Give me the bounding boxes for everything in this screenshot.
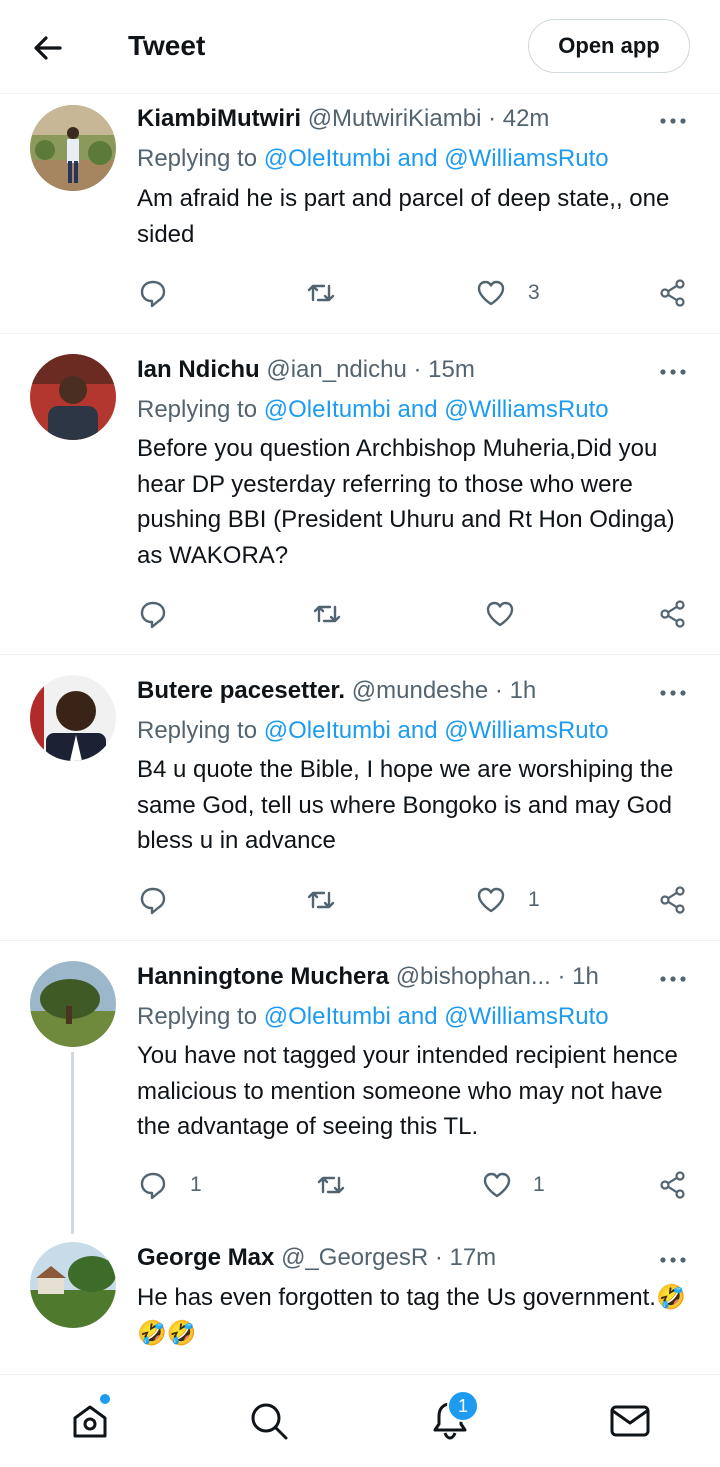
handle[interactable]: @_GeorgesR (281, 1244, 428, 1271)
display-name[interactable]: Hanningtone Muchera (137, 963, 389, 990)
like-count: 3 (528, 281, 540, 304)
mention-link[interactable]: @OleItumbi (264, 717, 391, 744)
avatar[interactable] (30, 105, 116, 191)
tweet-header: Ian Ndichu @ian_ndichu · 15m (137, 356, 475, 384)
handle[interactable]: @MutwiriKiambi (308, 105, 482, 132)
more-horizontal-icon[interactable] (658, 683, 688, 703)
mail-icon[interactable] (608, 1399, 652, 1443)
tweet-header: Butere pacesetter. @mundeshe · 1h (137, 677, 536, 705)
avatar[interactable] (30, 675, 116, 761)
avatar[interactable] (30, 354, 116, 440)
tweet-header: KiambiMutwiri @MutwiriKiambi · 42m (137, 105, 549, 133)
thread-connector (71, 1052, 74, 1234)
mention-link[interactable]: @WilliamsRuto (444, 1003, 608, 1030)
more-horizontal-icon[interactable] (658, 969, 688, 989)
share-icon[interactable] (658, 278, 688, 308)
tweet-header: Hanningtone Muchera @bishophan... · 1h (137, 963, 599, 991)
tweet[interactable]: Hanningtone Muchera @bishophan... · 1h R… (0, 941, 720, 1231)
notifications-badge: 1 (447, 1390, 479, 1422)
heart-icon[interactable] (476, 278, 506, 308)
like-count: 1 (528, 888, 540, 911)
share-icon[interactable] (658, 1170, 688, 1200)
retweet-icon[interactable] (306, 278, 336, 308)
timestamp[interactable]: · 15m (413, 356, 474, 383)
open-app-button[interactable]: Open app (528, 19, 690, 73)
heart-icon[interactable] (476, 885, 506, 915)
tweet-text: Before you question Archbishop Muheria,D… (137, 435, 675, 569)
reply-icon[interactable] (138, 278, 168, 308)
share-icon[interactable] (658, 599, 688, 629)
tweet-text: He has even forgotten to tag the Us gove… (137, 1284, 686, 1347)
mention-link[interactable]: @OleItumbi (264, 396, 391, 423)
replying-to: Replying to @OleItumbi and @WilliamsRuto (137, 1003, 609, 1030)
avatar[interactable] (30, 961, 116, 1047)
home-unread-dot (100, 1394, 110, 1404)
handle[interactable]: @mundeshe (352, 677, 488, 704)
display-name[interactable]: Butere pacesetter. (137, 677, 345, 704)
page-title: Tweet (128, 30, 206, 61)
mention-link[interactable]: @WilliamsRuto (444, 396, 608, 423)
reply-icon[interactable] (138, 599, 168, 629)
retweet-icon[interactable] (316, 1170, 346, 1200)
timestamp[interactable]: · 1h (558, 963, 599, 990)
mention-link[interactable]: @OleItumbi (264, 1003, 391, 1030)
timestamp[interactable]: · 1h (495, 677, 536, 704)
retweet-icon[interactable] (312, 599, 342, 629)
bottom-nav: 1 (0, 1374, 720, 1467)
timestamp[interactable]: · 17m (435, 1244, 496, 1271)
timestamp[interactable]: · 42m (488, 105, 549, 132)
reply-count: 1 (190, 1173, 202, 1196)
tweet-header: George Max @_GeorgesR · 17m (137, 1244, 496, 1272)
more-horizontal-icon[interactable] (658, 362, 688, 382)
tweet[interactable]: KiambiMutwiri @MutwiriKiambi · 42m Reply… (0, 93, 720, 334)
reply-icon[interactable] (138, 885, 168, 915)
more-horizontal-icon[interactable] (658, 111, 688, 131)
display-name[interactable]: George Max (137, 1244, 274, 1271)
top-bar: Tweet Open app (0, 0, 720, 94)
mention-link[interactable]: @WilliamsRuto (444, 145, 608, 172)
tweet[interactable]: George Max @_GeorgesR · 17m He has even … (0, 1231, 720, 1373)
mention-link[interactable]: @OleItumbi (264, 145, 391, 172)
tweet[interactable]: Butere pacesetter. @mundeshe · 1h Replyi… (0, 655, 720, 941)
retweet-icon[interactable] (306, 885, 336, 915)
display-name[interactable]: Ian Ndichu (137, 356, 260, 383)
avatar[interactable] (30, 1242, 116, 1328)
tweet-text: Am afraid he is part and parcel of deep … (137, 185, 670, 248)
display-name[interactable]: KiambiMutwiri (137, 105, 301, 132)
handle[interactable]: @bishophan... (396, 963, 551, 990)
tweet[interactable]: Ian Ndichu @ian_ndichu · 15m Replying to… (0, 334, 720, 655)
handle[interactable]: @ian_ndichu (266, 356, 406, 383)
like-count: 1 (533, 1173, 545, 1196)
tweet-text: B4 u quote the Bible, I hope we are wors… (137, 756, 674, 854)
replying-to: Replying to @OleItumbi and @WilliamsRuto (137, 145, 609, 172)
more-horizontal-icon[interactable] (658, 1250, 688, 1270)
mention-link[interactable]: @WilliamsRuto (444, 717, 608, 744)
replying-to: Replying to @OleItumbi and @WilliamsRuto (137, 717, 609, 744)
replying-to: Replying to @OleItumbi and @WilliamsRuto (137, 396, 609, 423)
reply-icon[interactable] (138, 1170, 168, 1200)
search-icon[interactable] (247, 1399, 291, 1443)
arrow-left-icon[interactable] (28, 28, 68, 68)
share-icon[interactable] (658, 885, 688, 915)
tweet-text: You have not tagged your intended recipi… (137, 1042, 678, 1140)
heart-icon[interactable] (485, 599, 515, 629)
home-icon[interactable] (68, 1399, 112, 1443)
heart-icon[interactable] (482, 1170, 512, 1200)
